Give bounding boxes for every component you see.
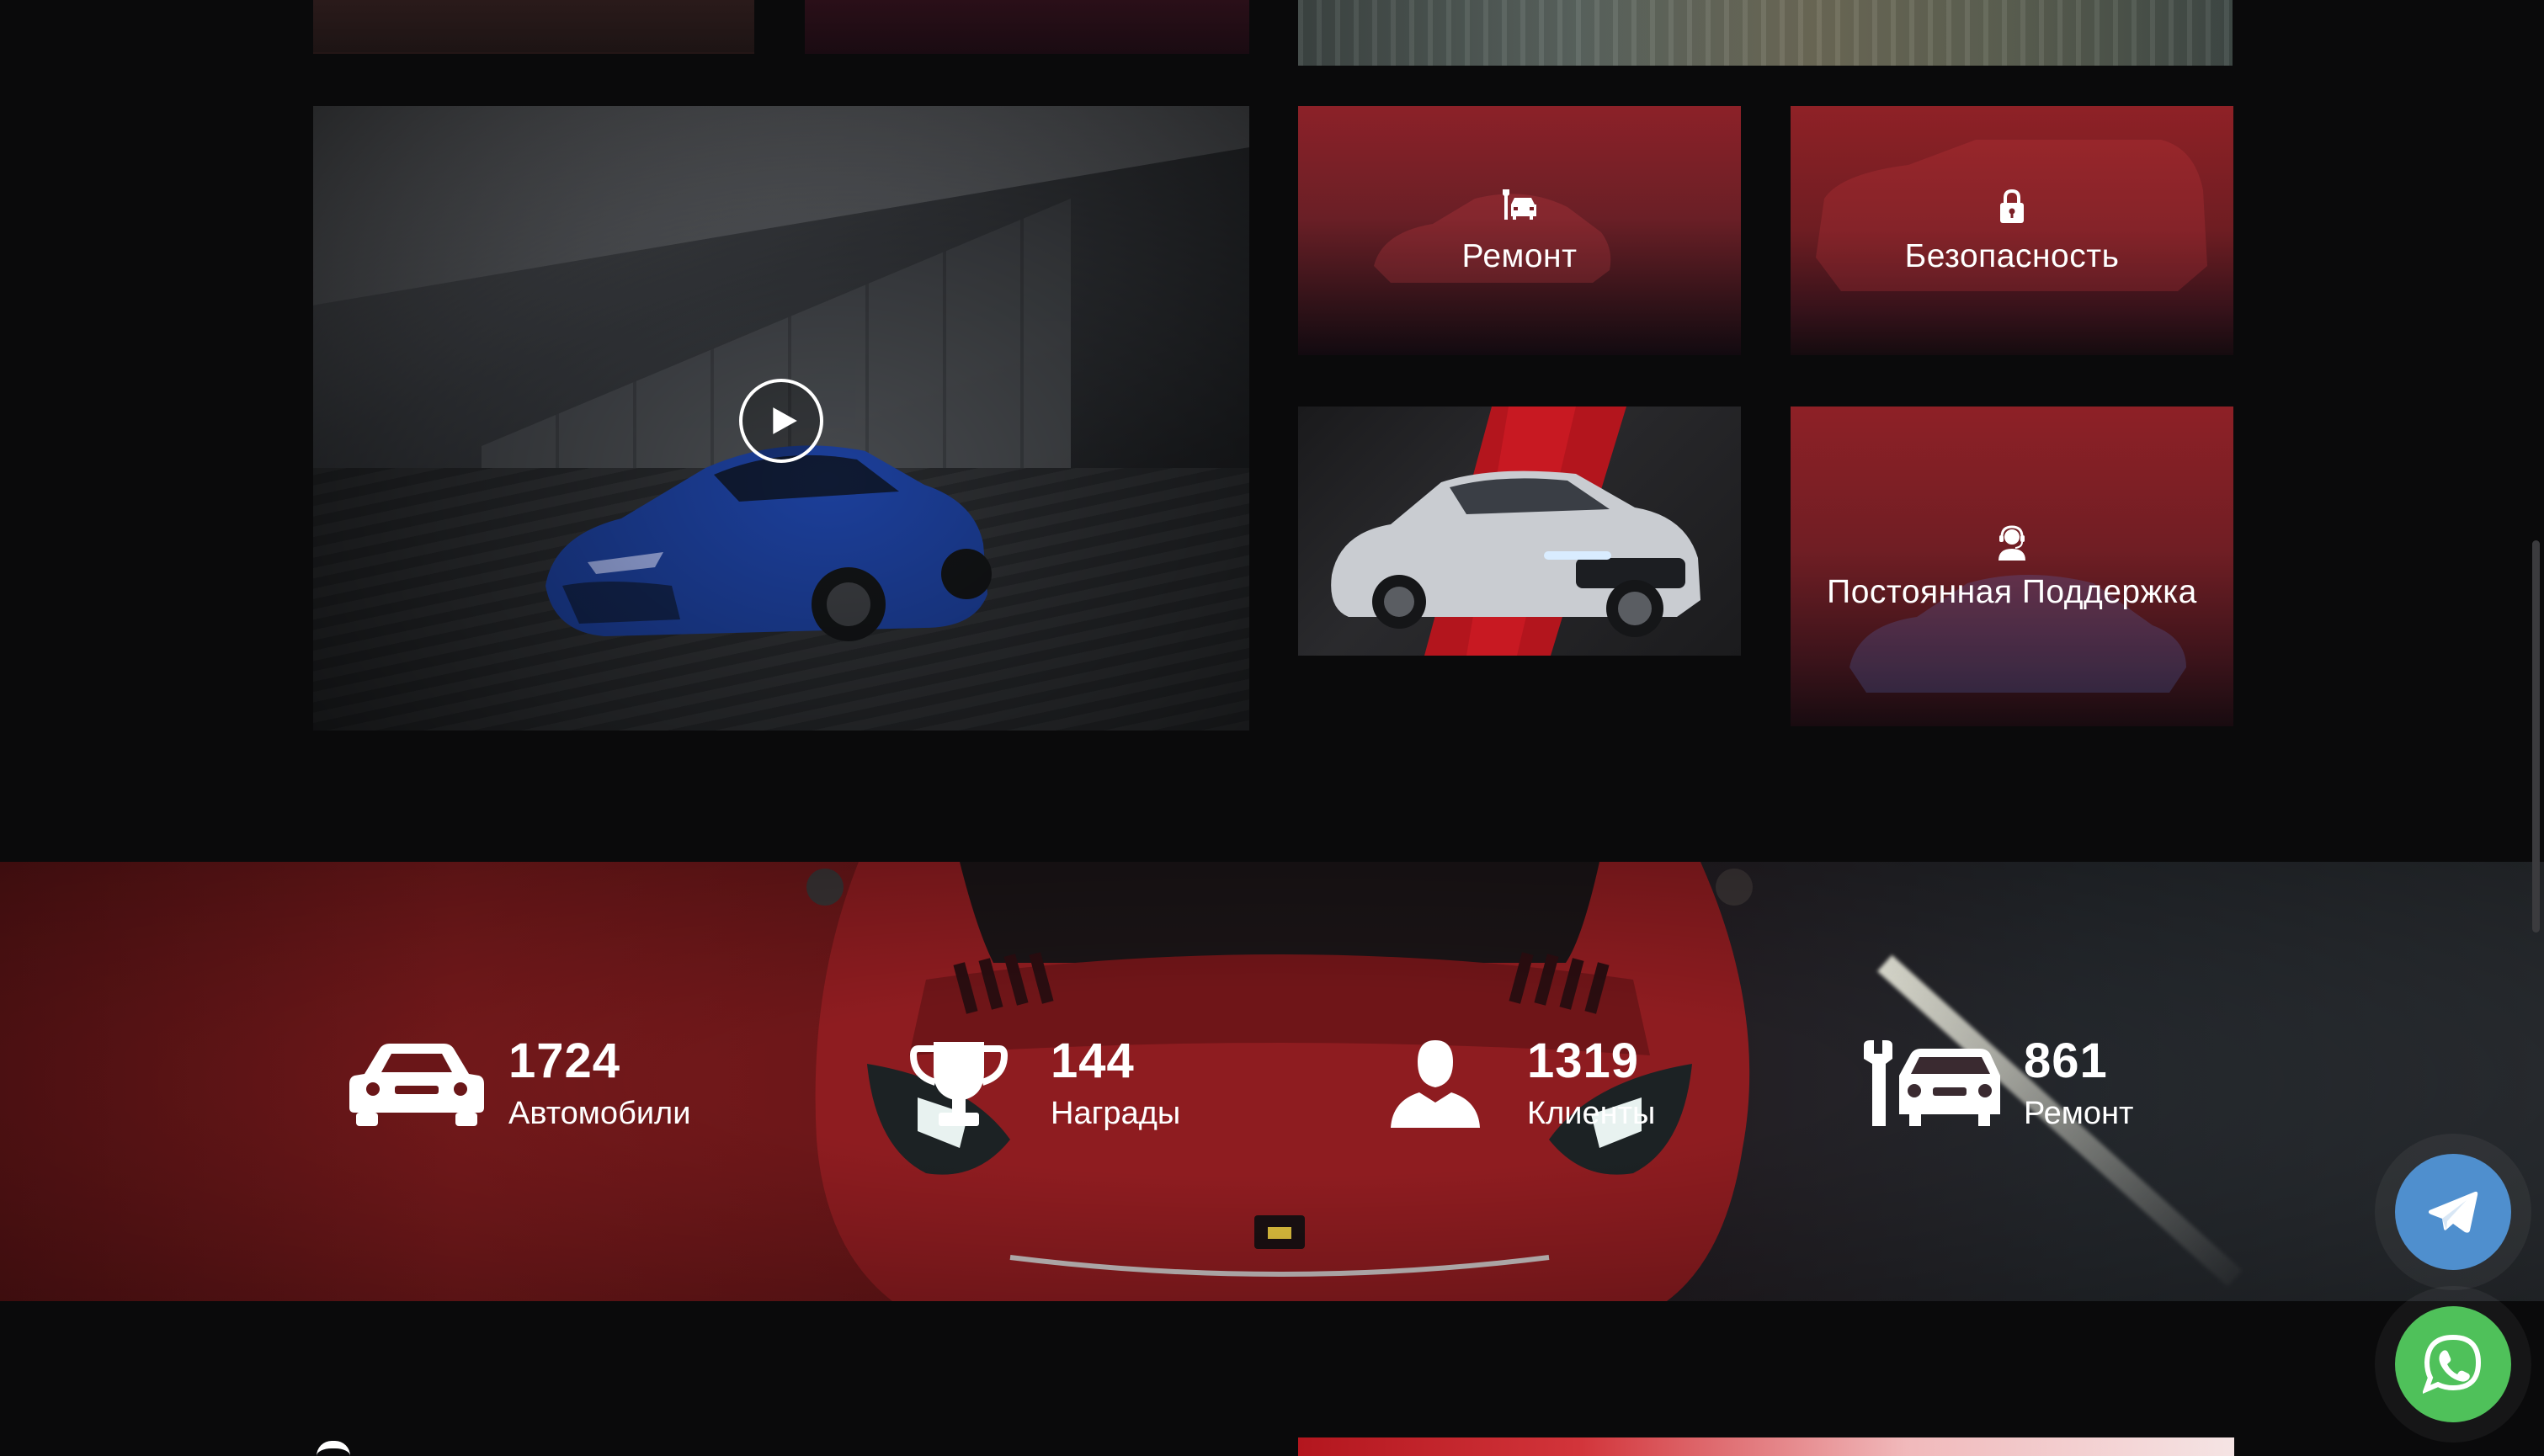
trophy-icon [887, 1034, 1030, 1135]
bottom-banner-peek [1298, 1437, 2234, 1456]
gallery-card-top-left[interactable] [313, 0, 754, 54]
play-icon [773, 407, 797, 434]
stat-repair: 861 Ремонт [1860, 1034, 2133, 1135]
feature-card-repair[interactable]: Ремонт [1298, 106, 1741, 355]
play-button[interactable] [739, 379, 823, 463]
stat-cars: 1724 Автомобили [345, 1034, 690, 1135]
page: Ремонт Безопасность Постоянная Поддержка… [0, 0, 2544, 1456]
stat-label: Награды [1051, 1095, 1181, 1131]
stat-value: 1319 [1527, 1033, 1640, 1088]
whatsapp-icon [2423, 1334, 2482, 1394]
stat-value: 1724 [508, 1033, 621, 1088]
telegram-icon [2428, 1191, 2478, 1233]
feature-label: Ремонт [1461, 238, 1578, 274]
stat-value: 144 [1051, 1033, 1135, 1088]
feature-card-security[interactable]: Безопасность [1791, 106, 2233, 355]
car-silhouette-image [1374, 194, 1611, 283]
gallery-card-top-middle[interactable] [805, 0, 1249, 54]
stat-awards: 144 Награды [887, 1034, 1180, 1135]
car-icon [345, 1034, 488, 1135]
video-card[interactable] [313, 106, 1249, 731]
whatsapp-button[interactable] [2395, 1306, 2511, 1422]
lock-icon [2000, 189, 2024, 223]
feature-label: Постоянная Поддержка [1827, 574, 2197, 610]
car-silhouette-image [1849, 575, 2186, 693]
stat-clients: 1319 Клиенты [1364, 1034, 1655, 1135]
feature-card-support[interactable]: Постоянная Поддержка [1791, 407, 2233, 726]
stat-label: Автомобили [508, 1095, 691, 1131]
user-icon [1364, 1034, 1507, 1135]
stat-label: Клиенты [1527, 1095, 1656, 1131]
page-scrollbar-thumb[interactable] [2532, 540, 2540, 933]
section-heading-peek [317, 1441, 350, 1456]
telegram-button[interactable] [2395, 1154, 2511, 1270]
feature-label: Безопасность [1904, 238, 2120, 274]
stat-value: 861 [2024, 1033, 2108, 1088]
car-wrench-icon [1503, 189, 1536, 220]
mercedes-image-card[interactable] [1298, 407, 1741, 656]
support-agent-icon [1998, 525, 2025, 561]
car-repair-icon [1860, 1034, 2004, 1135]
stat-label: Ремонт [2024, 1095, 2134, 1131]
gallery-card-top-right[interactable] [1298, 0, 2233, 66]
mercedes-sedan-image [1331, 407, 1700, 656]
